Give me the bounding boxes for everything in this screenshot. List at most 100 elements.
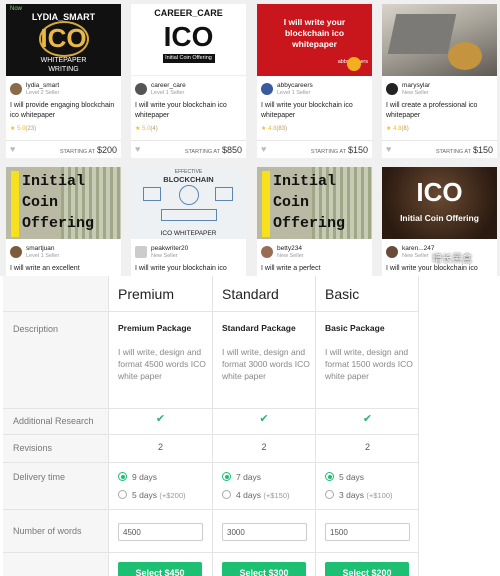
gig-card[interactable]: CAREER_CARE ICO Initial Coin Offering ca… [131,4,246,158]
words-cell [108,510,212,552]
gig-title[interactable]: I will write an excellent [10,264,120,274]
select-premium-button[interactable]: Select $450 [118,562,202,576]
label-cell: Number of words [3,510,108,552]
review-count: (8) [401,126,409,132]
seller-info: lydia_smart Level 2 Seller [10,82,120,98]
table-row: Premium Standard Basic [3,276,419,311]
extra-cost: (+$100) [366,491,393,500]
words-input[interactable] [118,523,203,541]
words-input[interactable] [325,523,410,541]
seller-name[interactable]: abbycareers [277,82,313,89]
diagram-icon [179,185,199,205]
delivery-cell: 5 days 3 days (+$100) [315,463,419,509]
seller-name[interactable]: peakwriter20 [151,245,188,252]
seller-level: New Seller [151,253,178,259]
rating: ★ 4.8(8) [386,125,409,132]
gig-title[interactable]: I will write your blockchain ico [135,264,245,274]
gig-title[interactable]: I will provide engaging blockchain ico w… [10,101,120,120]
row-label: Revisions [13,443,53,453]
delivery-option[interactable]: 5 days [325,472,364,482]
seller-info: peakwriter20 New Seller [135,245,245,261]
words-input[interactable] [222,523,307,541]
heart-icon[interactable]: ♥ [386,144,391,154]
heart-icon[interactable]: ♥ [135,144,140,154]
avatar[interactable] [261,83,273,95]
delivery-option[interactable]: 7 days [222,472,261,482]
delivery-option[interactable]: 9 days [118,472,157,482]
package-description: I will write, design and format 3000 wor… [222,347,310,381]
gig-title[interactable]: I will write your blockchain ico whitepa… [261,101,371,120]
heart-icon[interactable]: ♥ [10,144,15,154]
radio-selected-icon[interactable] [222,472,231,481]
price-value: $150 [472,145,493,155]
thumb-line: Coin [22,194,59,211]
table-row: Delivery time 9 days 5 days (+$200) 7 da… [3,462,419,509]
gig-thumbnail[interactable]: Now LYDIA_SMART ICO WHITEPAPER WRITING [6,4,121,76]
gig-thumbnail[interactable]: Initial Coin Offering [6,167,121,239]
feature-cell: ✔ [108,409,212,434]
gig-card[interactable]: Initial Coin Offering betty234 New Selle… [257,167,372,276]
review-count: (4) [150,126,158,132]
seller-name[interactable]: smartjuan [26,245,55,252]
gig-card[interactable]: Now LYDIA_SMART ICO WHITEPAPER WRITING l… [6,4,121,158]
gig-title[interactable]: I will write a perfect [261,264,371,274]
gig-title[interactable]: I will write your blockchain ico whitepa… [135,101,245,120]
avatar[interactable] [261,246,273,258]
radio-icon[interactable] [118,490,127,499]
gig-card[interactable]: marysylar New Seller I will create a pro… [382,4,497,158]
seller-info: abbycareers Level 1 Seller [261,82,371,98]
select-standard-button[interactable]: Select $300 [222,562,306,576]
radio-icon[interactable] [222,490,231,499]
thumb-line: Initial [22,173,86,190]
gig-thumbnail[interactable]: EFFECTIVE BLOCKCHAIN ICO WHITEPAPER [131,167,246,239]
avatar[interactable] [386,246,398,258]
seller-name[interactable]: lydia_smart [26,82,59,89]
label-cell [3,553,108,576]
seller-name[interactable]: karen...247 [402,245,435,252]
radio-selected-icon[interactable] [325,472,334,481]
feature-cell: 2 [315,435,419,462]
gig-thumbnail[interactable]: Initial Coin Offering [257,167,372,239]
package-title: Basic Package [325,323,385,333]
delivery-option[interactable]: 4 days (+$150) [222,490,289,500]
gig-footer: ♥ STARTING AT $150 [382,140,497,157]
seller-name[interactable]: career_care [151,82,186,89]
gig-card[interactable]: I will write your blockchain ico whitepa… [257,4,372,158]
gig-thumbnail[interactable]: I will write your blockchain ico whitepa… [257,4,372,76]
delivery-days: 9 days [132,472,158,482]
avatar[interactable] [135,83,147,95]
avatar[interactable] [10,83,22,95]
price: STARTING AT $150 [436,145,493,155]
row-label: Delivery time [13,472,66,482]
gig-card[interactable]: EFFECTIVE BLOCKCHAIN ICO WHITEPAPER peak… [131,167,246,276]
radio-selected-icon[interactable] [118,472,127,481]
gig-thumbnail[interactable] [382,4,497,76]
thumb-line: Initial Coin Offering [165,55,212,61]
avatar[interactable] [135,246,147,258]
seller-name[interactable]: betty234 [277,245,302,252]
package-header[interactable]: Basic [315,276,419,311]
star-icon: ★ [10,126,16,132]
delivery-option[interactable]: 3 days (+$100) [325,490,392,500]
gig-footer: ♥ STARTING AT $850 [131,140,246,157]
revisions-value: 2 [157,442,163,452]
seller-name[interactable]: marysylar [402,82,430,89]
label-cell [3,276,108,311]
gig-thumbnail[interactable]: CAREER_CARE ICO Initial Coin Offering [131,4,246,76]
thumb-line: CAREER_CARE [154,8,223,18]
gig-title[interactable]: I will create a professional ico whitepa… [386,101,496,120]
radio-icon[interactable] [325,490,334,499]
package-header[interactable]: Premium [108,276,212,311]
gig-card[interactable]: Initial Coin Offering smartjuan Level 1 … [6,167,121,276]
select-basic-button[interactable]: Select $200 [325,562,409,576]
gig-thumbnail[interactable]: ICO Initial Coin Offering [382,167,497,239]
heart-icon[interactable]: ♥ [261,144,266,154]
starting-at-label: STARTING AT [184,149,220,155]
package-header[interactable]: Standard [212,276,315,311]
delivery-option[interactable]: 5 days (+$200) [118,490,185,500]
gig-title[interactable]: I will write your blockchain ico [386,264,496,274]
avatar[interactable] [386,83,398,95]
delivery-days: 5 days [132,490,158,500]
feature-cell: 2 [108,435,212,462]
avatar[interactable] [10,246,22,258]
